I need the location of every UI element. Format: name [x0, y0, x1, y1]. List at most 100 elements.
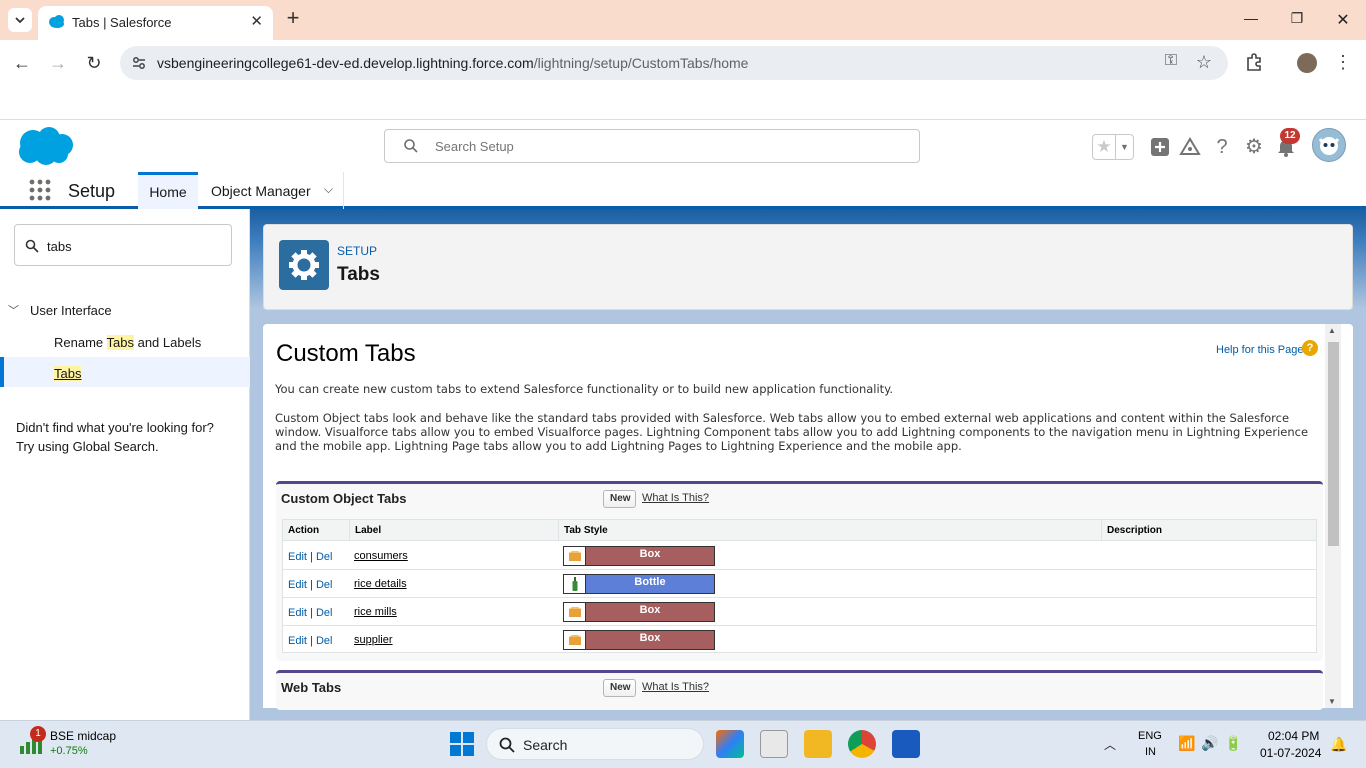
- section-heading: Web Tabs: [281, 680, 342, 695]
- chevron-down-icon[interactable]: ⌵: [324, 182, 333, 197]
- edit-link[interactable]: Edit: [288, 551, 307, 563]
- browser-menu-icon[interactable]: ⋮: [1332, 52, 1354, 74]
- what-is-this-link[interactable]: What Is This?: [642, 681, 709, 693]
- password-key-icon[interactable]: ⚿: [1160, 52, 1182, 74]
- delete-link[interactable]: Del: [316, 579, 333, 591]
- app-launcher-icon[interactable]: [28, 178, 52, 202]
- salesforce-logo[interactable]: [16, 126, 74, 166]
- delete-link[interactable]: Del: [316, 551, 333, 563]
- tab-label-link[interactable]: consumers: [354, 550, 408, 562]
- star-icon[interactable]: ★: [1093, 135, 1115, 159]
- global-actions-icon[interactable]: [1148, 134, 1172, 160]
- table-row: Edit | Del rice mills Box: [283, 598, 1316, 626]
- windows-start-icon[interactable]: [450, 732, 474, 756]
- column-header: Description: [1102, 520, 1316, 541]
- edit-link[interactable]: Edit: [288, 607, 307, 619]
- help-for-page-link[interactable]: Help for this Page: [1216, 344, 1303, 356]
- chrome-icon[interactable]: [848, 730, 876, 758]
- scroll-down-arrow[interactable]: ▼: [1328, 697, 1336, 706]
- tree-node-user-interface[interactable]: ﹀ User Interface: [0, 300, 250, 322]
- app-name: Setup: [68, 181, 116, 201]
- quick-find[interactable]: [14, 224, 232, 266]
- tab-search-dropdown[interactable]: [8, 8, 32, 32]
- task-view-icon[interactable]: [760, 730, 788, 758]
- trailhead-icon[interactable]: [1178, 134, 1202, 160]
- site-settings-icon[interactable]: [130, 54, 148, 72]
- help-icon[interactable]: ?: [1302, 340, 1318, 356]
- nav-item-object-manager[interactable]: Object Manager ⌵: [198, 172, 344, 209]
- notification-bell-icon[interactable]: 🔔: [1330, 736, 1347, 753]
- reload-button[interactable]: ↻: [82, 52, 106, 74]
- chevron-down-icon[interactable]: ▼: [1115, 135, 1133, 159]
- tab-label-link[interactable]: supplier: [354, 634, 393, 646]
- help-icon[interactable]: ?: [1210, 134, 1234, 160]
- clock-date[interactable]: 01-07-2024: [1260, 746, 1321, 760]
- separator: |: [310, 579, 313, 591]
- close-window-button[interactable]: ✕: [1328, 10, 1358, 30]
- clock-time[interactable]: 02:04 PM: [1268, 729, 1319, 743]
- bookmark-bar: [0, 86, 1366, 120]
- profile-avatar[interactable]: [1297, 53, 1317, 73]
- favorites-button[interactable]: ★ ▼: [1092, 134, 1134, 160]
- language-region: IN: [1145, 746, 1156, 758]
- box-icon: [564, 547, 586, 565]
- stock-widget-name[interactable]: BSE midcap: [50, 729, 116, 743]
- taskbar-search[interactable]: Search: [486, 728, 704, 760]
- tab-style-swatch: Bottle: [563, 574, 715, 594]
- tab-style-swatch: Box: [563, 602, 715, 622]
- gear-icon[interactable]: ⚙: [1242, 134, 1266, 160]
- content-title: Custom Tabs: [276, 340, 416, 367]
- page-title: Tabs: [337, 264, 380, 285]
- edit-link[interactable]: Edit: [288, 635, 307, 647]
- browser-tab[interactable]: Tabs | Salesforce ✕: [38, 6, 273, 40]
- new-custom-object-tab-button[interactable]: New: [603, 490, 636, 508]
- restore-button[interactable]: ❐: [1282, 10, 1312, 30]
- chevron-up-icon[interactable]: ︿: [1104, 736, 1116, 753]
- bookmark-star-icon[interactable]: ☆: [1193, 52, 1215, 74]
- delete-link[interactable]: Del: [316, 635, 333, 647]
- table-row: Edit | Del consumers Box: [283, 542, 1316, 570]
- edit-link[interactable]: Edit: [288, 579, 307, 591]
- what-is-this-link[interactable]: What Is This?: [642, 492, 709, 504]
- nav-item-home[interactable]: Home: [138, 172, 198, 209]
- user-avatar[interactable]: [1312, 128, 1346, 162]
- quick-find-input[interactable]: [47, 237, 217, 255]
- extensions-icon[interactable]: [1243, 52, 1265, 74]
- setup-gear-icon: [279, 240, 329, 290]
- global-search[interactable]: [384, 129, 920, 163]
- close-tab-icon[interactable]: ✕: [250, 12, 263, 30]
- new-tab-button[interactable]: +: [282, 7, 304, 30]
- row-actions: Edit | Del: [288, 607, 332, 619]
- sidebar-item-tabs[interactable]: Tabs: [0, 357, 250, 387]
- delete-link[interactable]: Del: [316, 607, 333, 619]
- breadcrumb[interactable]: SETUP: [337, 244, 377, 258]
- chevron-down-icon[interactable]: ﹀: [8, 302, 19, 318]
- tab-label-link[interactable]: rice details: [354, 578, 407, 590]
- file-explorer-icon[interactable]: [804, 730, 832, 758]
- url-text: vsbengineeringcollege61-dev-ed.develop.l…: [157, 55, 748, 71]
- tab-style-swatch: Box: [563, 546, 715, 566]
- content-scrollbar[interactable]: ▲ ▼: [1325, 324, 1341, 708]
- language-indicator[interactable]: ENG: [1138, 730, 1162, 742]
- copilot-icon[interactable]: [716, 730, 744, 758]
- tab-label-link[interactable]: rice mills: [354, 606, 397, 618]
- sidebar-item-rename-tabs[interactable]: Rename Tabs and Labels: [0, 328, 250, 358]
- search-setup-input[interactable]: [435, 137, 895, 155]
- intro-text: You can create new custom tabs to extend…: [275, 382, 894, 396]
- notification-badge: 12: [1280, 128, 1300, 144]
- back-button[interactable]: ←: [10, 52, 34, 74]
- address-bar[interactable]: vsbengineeringcollege61-dev-ed.develop.l…: [120, 46, 1228, 80]
- tab-style-name: Box: [586, 631, 714, 649]
- new-web-tab-button[interactable]: New: [603, 679, 636, 697]
- taskbar-search-label: Search: [523, 737, 568, 753]
- custom-object-tabs-table: Action Label Tab Style Description Edit …: [282, 519, 1317, 653]
- forward-button[interactable]: →: [46, 52, 70, 74]
- search-icon: [25, 239, 39, 253]
- word-icon[interactable]: [892, 730, 920, 758]
- scroll-up-arrow[interactable]: ▲: [1328, 326, 1336, 335]
- scrollbar-thumb[interactable]: [1328, 342, 1339, 546]
- stock-widget-change: +0.75%: [50, 745, 88, 757]
- system-tray-icons[interactable]: 📶🔊🔋: [1178, 735, 1248, 752]
- minimize-button[interactable]: —: [1236, 10, 1266, 30]
- page-header: [263, 224, 1353, 310]
